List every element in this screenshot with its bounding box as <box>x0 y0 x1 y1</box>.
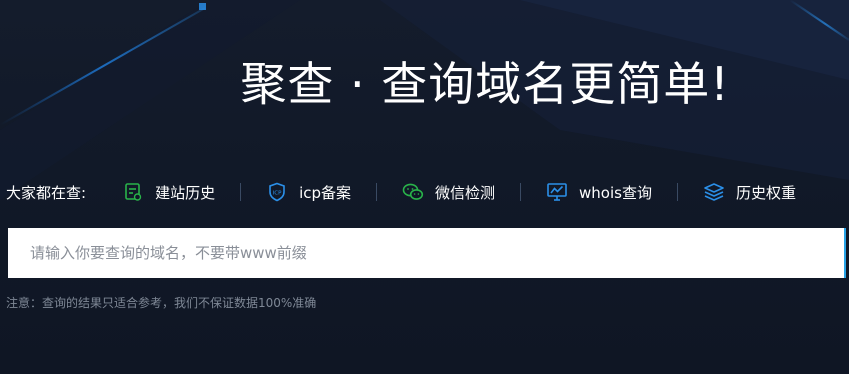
layers-icon <box>703 181 725 203</box>
monitor-chart-icon <box>546 181 568 203</box>
hot-link-site-history[interactable]: 建站历史 <box>122 181 215 203</box>
icp-shield-icon: ICP <box>266 181 288 203</box>
divider <box>376 183 378 201</box>
wechat-icon <box>402 181 424 203</box>
site-history-icon <box>122 181 144 203</box>
hot-link-label: 历史权重 <box>735 183 796 202</box>
hot-link-label: icp备案 <box>299 183 352 202</box>
hot-link-weight-history[interactable]: 历史权重 <box>703 181 796 203</box>
hot-link-label: 建站历史 <box>155 183 216 202</box>
search-box <box>8 228 846 278</box>
hot-link-label: 微信检测 <box>435 183 496 202</box>
divider <box>676 183 678 201</box>
domain-search-input[interactable] <box>8 228 844 278</box>
hot-link-wechat[interactable]: 微信检测 <box>402 181 495 203</box>
divider <box>520 183 522 201</box>
popular-searches-label: 大家都在查: <box>6 183 87 202</box>
hot-link-icp[interactable]: ICP icp备案 <box>266 181 351 203</box>
divider <box>240 183 242 201</box>
hero-headline: 聚查 · 查询域名更简单! <box>240 57 730 111</box>
hot-link-whois[interactable]: whois查询 <box>546 181 652 203</box>
popular-searches-bar: 大家都在查: 建站历史 ICP icp备案 微信检测 whois查询 历史权重 <box>6 178 846 206</box>
hot-link-label: whois查询 <box>579 183 652 202</box>
svg-text:ICP: ICP <box>273 190 282 196</box>
disclaimer-text: 注意：查询的结果只适合参考，我们不保证数据100%准确 <box>6 296 317 310</box>
